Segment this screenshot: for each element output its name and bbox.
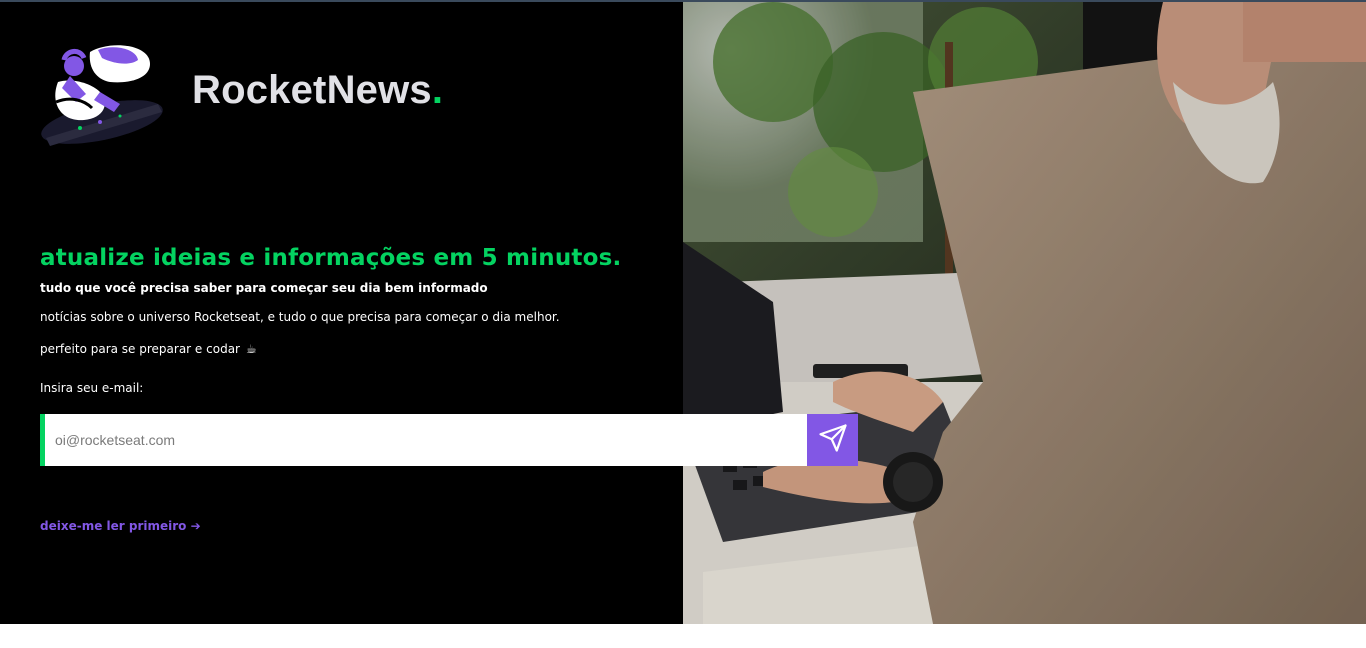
read-first-link[interactable]: deixe-me ler primeiro ➔ (40, 519, 201, 533)
subheadline: tudo que você precisa saber para começar… (40, 281, 488, 295)
content-panel: RocketNews. atualize ideias e informaçõe… (0, 2, 858, 624)
hero-section: RocketNews. atualize ideias e informaçõe… (0, 2, 1366, 624)
rocket-surfer-illustration (40, 42, 166, 146)
brand-dot: . (431, 68, 444, 112)
send-icon (818, 423, 848, 458)
headline: atualize ideias e informações em 5 minut… (40, 245, 622, 271)
brand-name: RocketNews (192, 68, 432, 112)
newsletter-form (40, 414, 858, 466)
email-input[interactable] (45, 414, 807, 466)
submit-button[interactable] (807, 414, 858, 466)
email-label: Insira seu e-mail: (40, 381, 144, 395)
brand-title: RocketNews. (192, 68, 443, 113)
description-text: notícias sobre o universo Rocketseat, e … (40, 310, 560, 324)
tagline-text: perfeito para se preparar e codar ☕ (40, 342, 257, 356)
hero-photo (683, 2, 1366, 624)
coffee-icon: ☕ (245, 342, 257, 356)
tagline-label: perfeito para se preparar e codar (40, 342, 240, 356)
